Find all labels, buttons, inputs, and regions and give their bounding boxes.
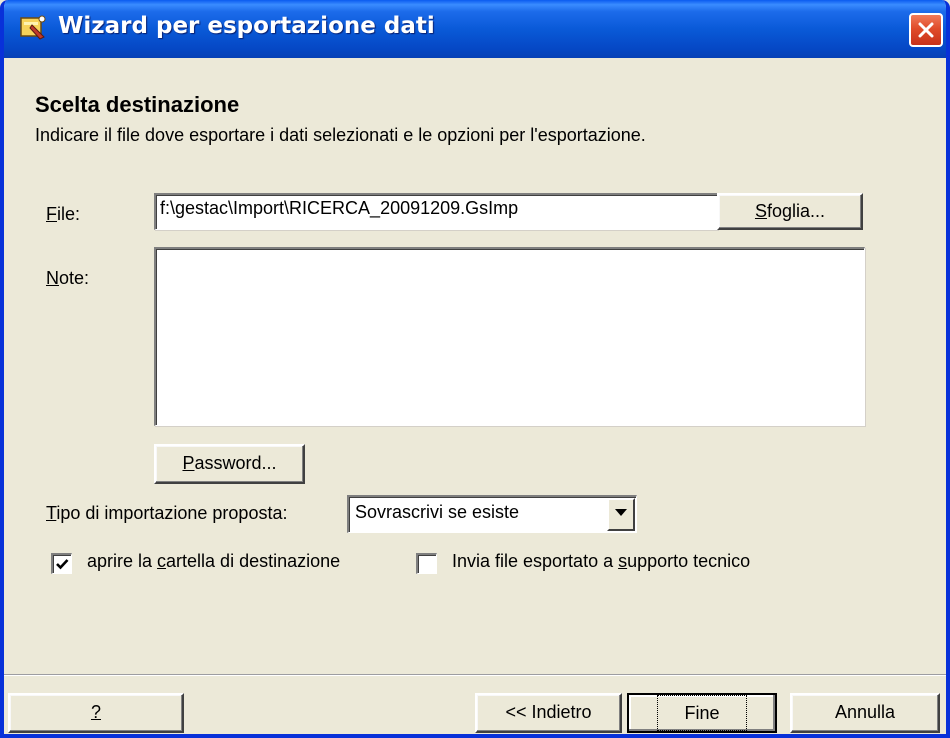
open-folder-label[interactable]: aprire la cartella di destinazione — [87, 551, 340, 572]
file-label-mnemonic: F — [46, 204, 57, 224]
close-icon — [918, 22, 934, 38]
wizard-app-icon — [18, 13, 48, 43]
import-type-select[interactable]: Sovrascrivi se esiste — [347, 495, 637, 533]
open-folder-label-mnemonic: c — [157, 551, 167, 571]
import-type-label: Tipo di importazione proposta: — [46, 503, 287, 524]
page-description: Indicare il file dove esportare i dati s… — [35, 125, 646, 145]
checkmark-icon — [56, 559, 69, 570]
footer-separator — [4, 674, 946, 676]
file-path-input[interactable]: f:\gestac\Import\RICERCA_20091209.GsImp — [154, 193, 718, 230]
note-label: Note: — [46, 268, 89, 289]
import-type-mnemonic: T — [46, 503, 57, 523]
finish-button[interactable]: Fine — [627, 693, 777, 733]
import-type-selected: Sovrascrivi se esiste — [355, 502, 520, 522]
browse-rest: foglia... — [766, 201, 826, 221]
wizard-window: Wizard per esportazione dati Scelta dest… — [0, 0, 950, 738]
file-label: File: — [46, 204, 80, 225]
dropdown-button[interactable] — [607, 498, 635, 531]
browse-button[interactable]: Sfoglia... — [717, 193, 863, 230]
note-textarea[interactable] — [154, 247, 865, 426]
password-rest: assword... — [194, 453, 277, 473]
title-bar[interactable]: Wizard per esportazione dati — [4, 0, 946, 58]
open-folder-checkbox[interactable] — [51, 553, 72, 574]
note-label-rest: ote: — [59, 268, 90, 288]
password-mnemonic: P — [182, 453, 195, 473]
password-button[interactable]: Password... — [154, 444, 305, 484]
back-button[interactable]: << Indietro — [475, 693, 622, 733]
help-button[interactable]: ? — [8, 693, 184, 733]
send-support-label-mnemonic: s — [618, 551, 628, 571]
cancel-button[interactable]: Annulla — [790, 693, 940, 733]
file-label-rest: ile: — [57, 204, 81, 224]
help-label: ? — [90, 702, 101, 722]
send-support-label-pre: Invia file esportato a — [452, 551, 619, 571]
close-button[interactable] — [909, 13, 943, 47]
open-folder-label-post: artella di destinazione — [166, 551, 341, 571]
browse-mnemonic: S — [754, 201, 767, 221]
window-title: Wizard per esportazione dati — [58, 13, 435, 39]
send-support-checkbox[interactable] — [416, 553, 437, 574]
chevron-down-icon — [615, 509, 627, 516]
import-type-rest: ipo di importazione proposta: — [56, 503, 288, 523]
page-heading: Scelta destinazione — [35, 92, 240, 117]
send-support-label[interactable]: Invia file esportato a supporto tecnico — [452, 551, 750, 572]
finish-label: Fine — [657, 695, 747, 731]
open-folder-label-pre: aprire la — [87, 551, 158, 571]
send-support-label-post: upporto tecnico — [627, 551, 751, 571]
note-label-mnemonic: N — [46, 268, 59, 288]
